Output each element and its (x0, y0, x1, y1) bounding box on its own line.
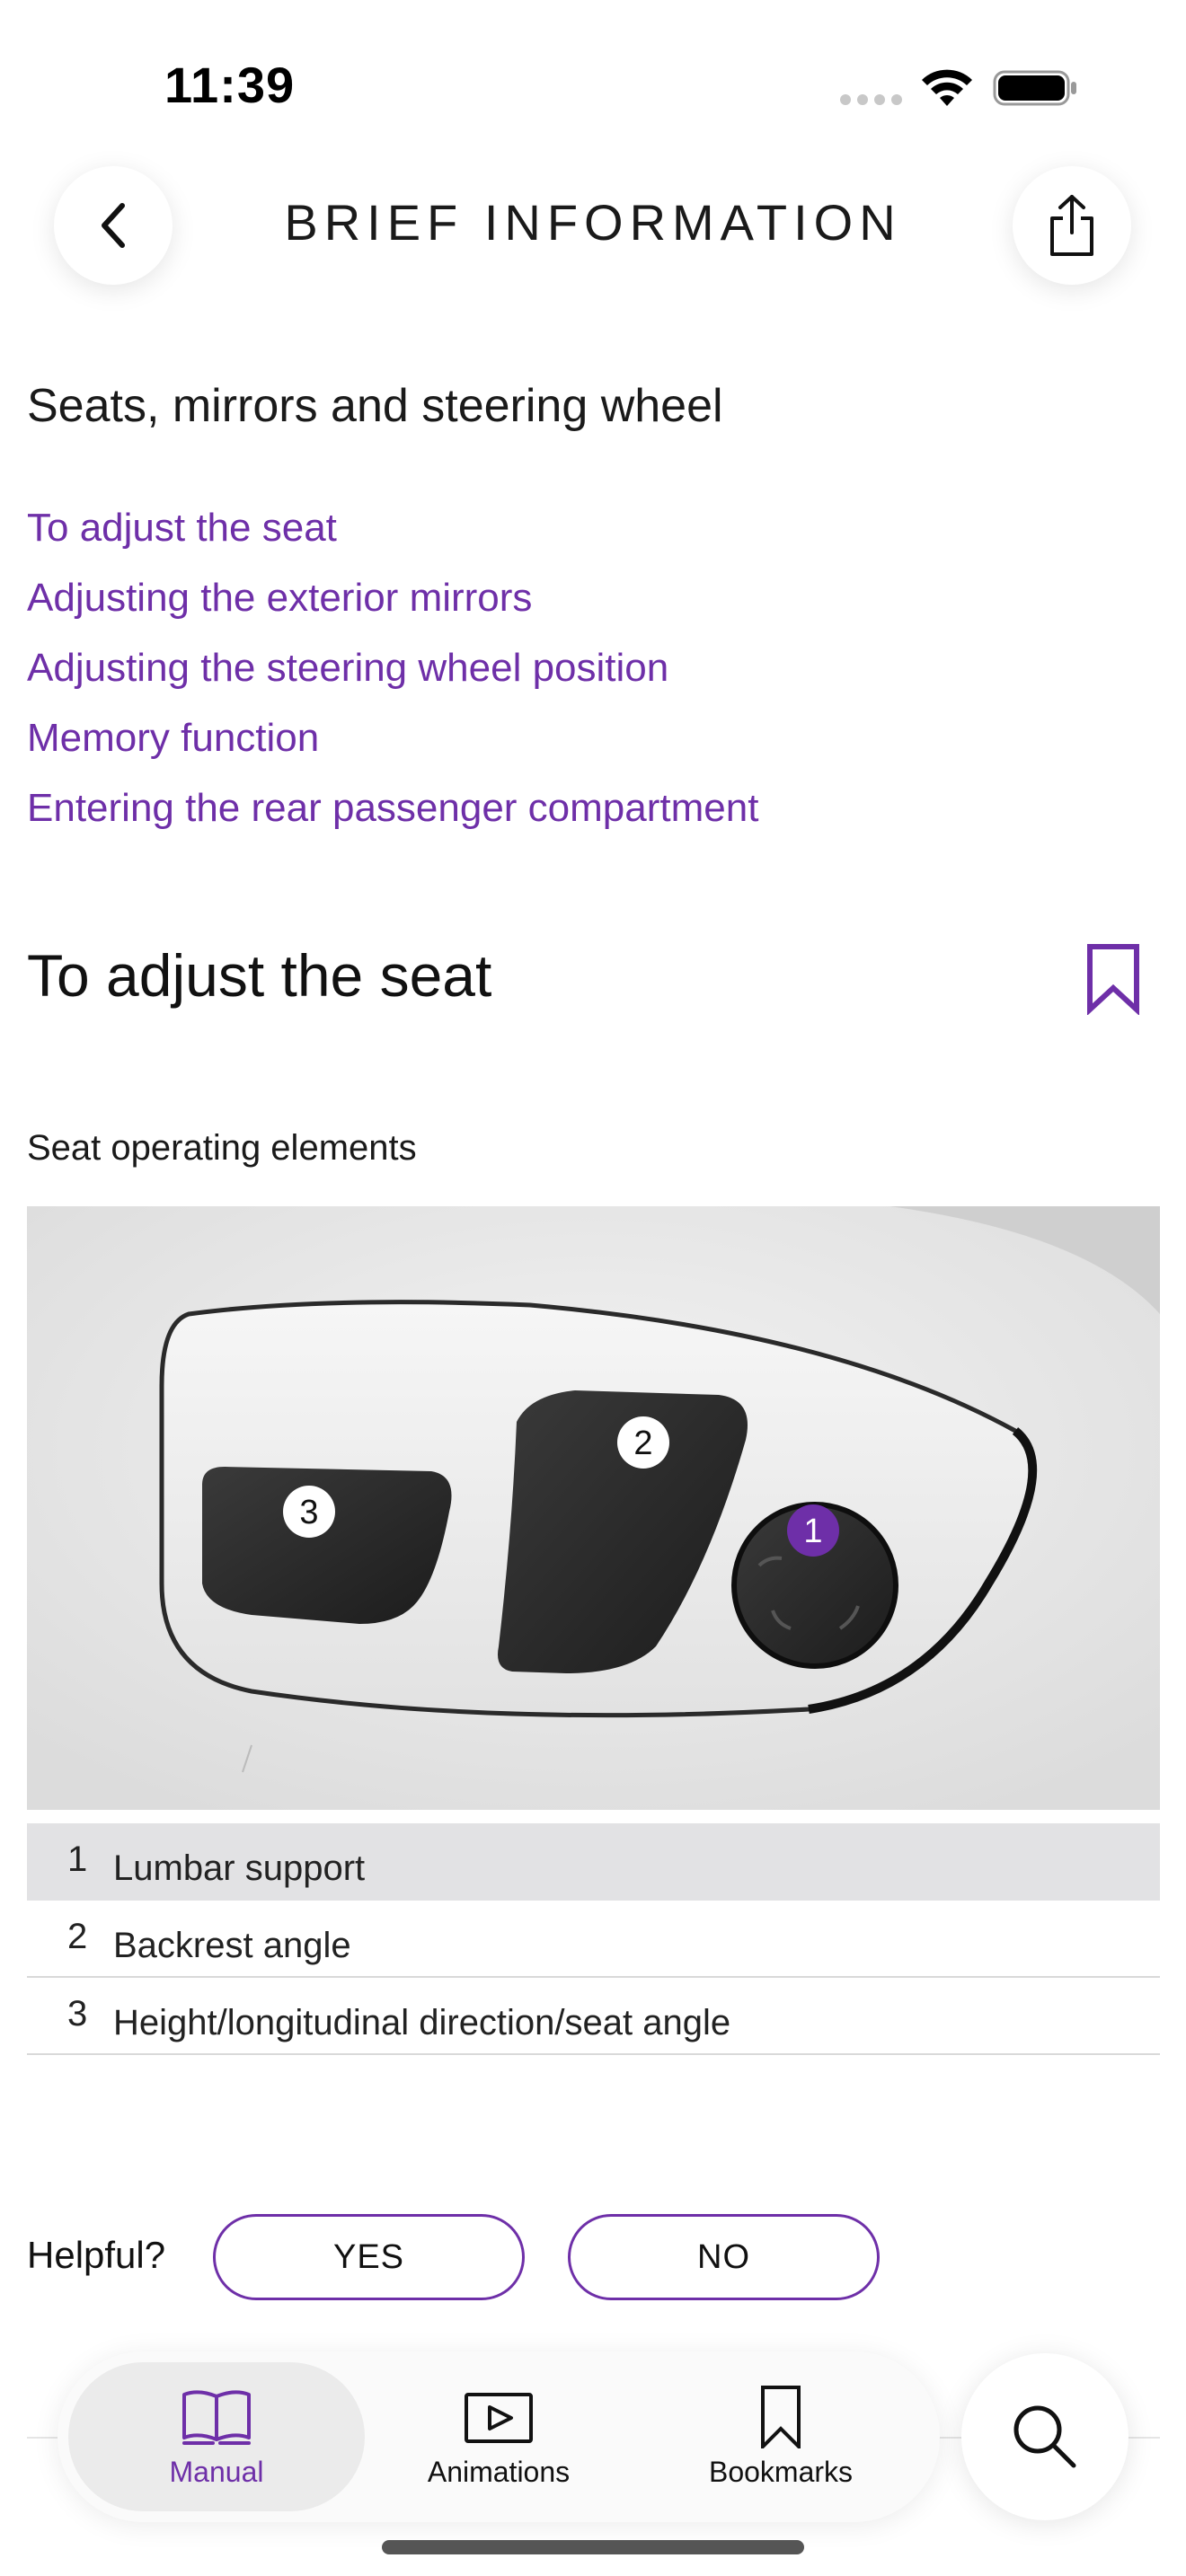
battery-icon (993, 70, 1076, 106)
chevron-left-icon (102, 203, 125, 248)
legend-label: Lumbar support (113, 1848, 366, 1888)
legend-number: 1 (67, 1839, 88, 1879)
toc-link-rear-compartment[interactable]: Entering the rear passenger compartment (27, 781, 758, 851)
legend-number: 2 (67, 1917, 88, 1956)
share-button[interactable] (1013, 166, 1131, 285)
topic-title: To adjust the seat (27, 942, 492, 1009)
tab-bookmarks[interactable]: Bookmarks (633, 2362, 929, 2511)
feedback-label: Helpful? (27, 2234, 166, 2276)
tab-animations[interactable]: Animations (350, 2362, 647, 2511)
status-bar: 11:39 (0, 0, 1186, 171)
legend-row[interactable]: 3 Height/longitudinal direction/seat ang… (27, 1978, 1160, 2055)
search-icon (1013, 2405, 1076, 2468)
legend-number: 3 (67, 1994, 88, 2033)
toc-link-exterior-mirrors[interactable]: Adjusting the exterior mirrors (27, 571, 758, 641)
tab-label: Bookmarks (708, 2455, 854, 2488)
wifi-icon (922, 69, 972, 106)
bookmark-icon[interactable] (1084, 943, 1142, 1015)
svg-text:2: 2 (633, 1425, 652, 1462)
share-icon (1050, 195, 1093, 256)
yes-button[interactable]: YES (213, 2214, 525, 2300)
table-of-contents: To adjust the seat Adjusting the exterio… (27, 501, 758, 851)
legend-table: 1 Lumbar support 2 Backrest angle 3 Heig… (27, 1823, 1160, 2055)
legend-row[interactable]: 1 Lumbar support (27, 1823, 1160, 1901)
legend-row[interactable]: 2 Backrest angle (27, 1901, 1160, 1978)
seat-controls-illustration: 3 2 1 (27, 1206, 1160, 1810)
toc-link-memory-function[interactable]: Memory function (27, 711, 758, 781)
section-title: Seats, mirrors and steering wheel (27, 380, 723, 432)
callout-2: 2 (617, 1416, 669, 1469)
tab-manual[interactable]: Manual (68, 2362, 365, 2511)
page-title: BRIEF INFORMATION (284, 194, 902, 251)
play-icon (465, 2392, 533, 2443)
callout-1: 1 (787, 1504, 839, 1557)
search-button[interactable] (961, 2353, 1128, 2520)
legend-label: Height/longitudinal direction/seat angle (113, 2003, 731, 2042)
no-button[interactable]: NO (568, 2214, 880, 2300)
back-button[interactable] (54, 166, 173, 285)
svg-text:1: 1 (803, 1513, 822, 1550)
svg-text:3: 3 (299, 1494, 318, 1531)
tab-label: Manual (169, 2455, 264, 2488)
seat-panel-drawing (27, 1206, 1160, 1810)
book-icon (182, 2389, 251, 2445)
feedback-section: Helpful? YES NO (27, 2214, 925, 2300)
bookmark-icon (761, 2385, 801, 2448)
home-indicator (382, 2540, 804, 2554)
legend-label: Backrest angle (113, 1926, 351, 1965)
status-time: 11:39 (164, 57, 296, 113)
figure-caption: Seat operating elements (27, 1128, 417, 1168)
tab-bar: Manual Animations Bookmarks (58, 2351, 940, 2522)
toc-link-adjust-seat[interactable]: To adjust the seat (27, 501, 758, 571)
tab-label: Animations (427, 2455, 571, 2488)
toc-link-steering-wheel[interactable]: Adjusting the steering wheel position (27, 641, 758, 711)
cellular-signal-icon (840, 94, 903, 107)
callout-3: 3 (283, 1486, 335, 1538)
